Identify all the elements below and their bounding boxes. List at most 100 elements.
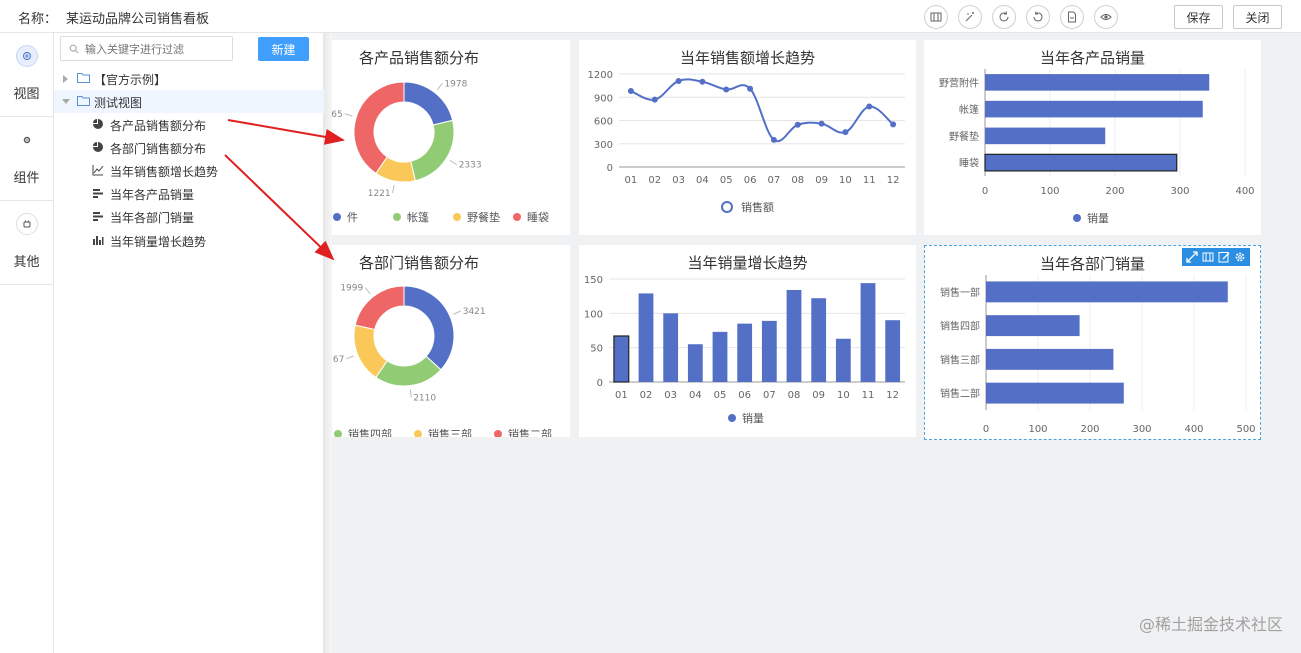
x-tick-label: 09 — [815, 175, 828, 186]
legend-marker — [393, 213, 401, 221]
preview-button[interactable] — [1094, 5, 1118, 29]
bar-chart-icon — [93, 236, 104, 245]
tree-item-product-volume[interactable]: 当年各产品销量 — [54, 182, 324, 205]
rail-item-view[interactable]: 视图 — [0, 33, 53, 117]
data-point — [675, 77, 682, 84]
view-icon — [16, 45, 38, 67]
x-tick-label: 01 — [615, 390, 628, 401]
refresh-button[interactable] — [992, 5, 1016, 29]
folder-icon — [77, 73, 90, 83]
tree-folder-official[interactable]: 【官方示例】 — [54, 67, 324, 90]
export-icon — [1068, 11, 1076, 23]
legend-marker — [494, 430, 502, 437]
data-point — [866, 103, 873, 110]
tree-item-product-sales-pie[interactable]: 各产品销售额分布 — [54, 113, 324, 136]
pie-icon — [93, 142, 103, 152]
x-tick-label: 200 — [1080, 424, 1099, 435]
legend-marker — [513, 213, 521, 221]
rail-item-component[interactable]: 组件 — [0, 117, 53, 201]
y-tick-label: 900 — [594, 93, 613, 104]
expand-button[interactable] — [1184, 249, 1200, 265]
x-tick-label: 06 — [738, 390, 751, 401]
edit-icon — [1218, 252, 1230, 263]
filter-box[interactable] — [60, 36, 233, 61]
panel-splitter[interactable] — [324, 33, 332, 653]
y-tick-label: 睡袋 — [959, 157, 979, 170]
tree-folder-label: 测试视图 — [94, 96, 143, 110]
y-tick-label: 0 — [607, 163, 613, 174]
rail-item-other[interactable]: 其他 — [0, 201, 53, 285]
undo-icon — [1033, 11, 1043, 22]
legend-marker — [453, 213, 461, 221]
bar-chart: 0 50 100 150 01 02 03 04 05 06 07 08 09 10 11 12 销量 — [584, 275, 905, 425]
tree-item-dept-volume[interactable]: 当年各部门销量 — [54, 205, 324, 228]
chart-card-dept-volume[interactable]: 当年各部门销量 0 100 200 300 400 500 销售一部 销售四部 销售三部 销售二部… — [924, 245, 1261, 440]
tree-folder-label: 【官方示例】 — [94, 73, 167, 87]
x-tick-label: 04 — [696, 175, 709, 186]
slice-label: 1978 — [444, 79, 467, 89]
edit-button[interactable] — [1216, 249, 1232, 265]
bar — [985, 127, 1106, 145]
bar — [811, 298, 827, 382]
y-tick-label: 300 — [594, 140, 613, 151]
bar — [835, 338, 851, 382]
data-button[interactable] — [1200, 249, 1216, 265]
data-point — [627, 88, 634, 95]
tree-item-volume-trend[interactable]: 当年销量增长趋势 — [54, 229, 324, 252]
undo-button[interactable] — [1026, 5, 1050, 29]
data-point — [747, 85, 754, 92]
grid-icon — [1202, 252, 1214, 262]
component-icon — [16, 129, 38, 151]
x-tick-label: 07 — [763, 390, 776, 401]
series-line — [630, 78, 894, 143]
hbar-chart-icon — [93, 212, 103, 221]
legend-marker — [1073, 214, 1081, 222]
chart-card-volume-trend[interactable]: 当年销量增长趋势 0 50 100 150 01 02 03 04 05 06 07 08 09 10 11… — [579, 245, 916, 437]
close-button[interactable]: 关闭 — [1233, 5, 1282, 29]
legend-label: 销量 — [742, 411, 764, 425]
settings-button[interactable] — [1232, 249, 1248, 265]
x-tick-label: 06 — [744, 175, 757, 186]
chart-card-product-sales-pie[interactable]: 各产品销售额分布 1978233312213765件帐篷野餐垫睡袋 — [332, 40, 570, 235]
card-toolbar — [1182, 248, 1250, 266]
slice-label: 2333 — [459, 161, 482, 171]
bar — [985, 74, 1210, 91]
x-tick-label: 10 — [839, 175, 852, 186]
legend-marker — [334, 430, 342, 437]
x-tick-label: 100 — [1040, 186, 1059, 197]
view-tree-panel: 新建 【官方示例】 测试视图 各产品销售额分布 各部门销售额分布 当年销售额增长… — [54, 33, 324, 653]
tree-item-sales-trend[interactable]: 当年销售额增长趋势 — [54, 159, 324, 182]
y-tick-label: 0 — [597, 378, 603, 389]
line-chart: 0 300 600 900 1200 01 02 03 04 05 06 07 08 09 10 11 12 销售… — [588, 70, 905, 214]
slice-label: 2110 — [413, 394, 436, 404]
chart-card-product-volume[interactable]: 当年各产品销量 0 100 200 300 400 野营附件 帐篷 野餐垫 睡袋 销量 — [924, 40, 1261, 235]
y-tick-label: 50 — [590, 344, 603, 355]
chart-card-dept-sales-pie[interactable]: 各部门销售额分布 3421211017671999销售四部销售三部销售二部 — [332, 245, 570, 437]
data-point — [890, 121, 897, 128]
legend-marker — [721, 201, 733, 213]
grid-button[interactable] — [924, 5, 948, 29]
slice-label-line — [364, 287, 371, 295]
save-button[interactable]: 保存 — [1174, 5, 1223, 29]
x-tick-label: 0 — [982, 186, 988, 197]
chart-card-sales-trend[interactable]: 当年销售额增长趋势 0 300 600 900 1200 01 02 03 04 05 06 07 08… — [579, 40, 916, 235]
preview-icon — [1100, 14, 1112, 20]
side-rail: 视图 组件 其他 — [0, 33, 54, 653]
export-button[interactable] — [1060, 5, 1084, 29]
expand-icon — [1186, 251, 1198, 263]
bar — [985, 100, 1203, 118]
slice-label-line — [437, 83, 443, 90]
tree-item-label: 当年各产品销量 — [110, 188, 195, 202]
bar — [984, 153, 1178, 172]
dashboard-name: 某运动品牌公司销售看板 — [66, 12, 210, 27]
tree-folder-test[interactable]: 测试视图 — [54, 90, 324, 113]
legend-label: 帐篷 — [407, 210, 429, 224]
caret-right-icon[interactable] — [63, 75, 68, 83]
x-tick-label: 10 — [837, 390, 850, 401]
new-button[interactable]: 新建 — [258, 37, 309, 61]
caret-down-icon[interactable] — [62, 99, 70, 104]
magic-button[interactable] — [958, 5, 982, 29]
legend-marker — [333, 213, 341, 221]
filter-input[interactable] — [85, 40, 229, 58]
tree-item-dept-sales-pie[interactable]: 各部门销售额分布 — [54, 136, 324, 159]
